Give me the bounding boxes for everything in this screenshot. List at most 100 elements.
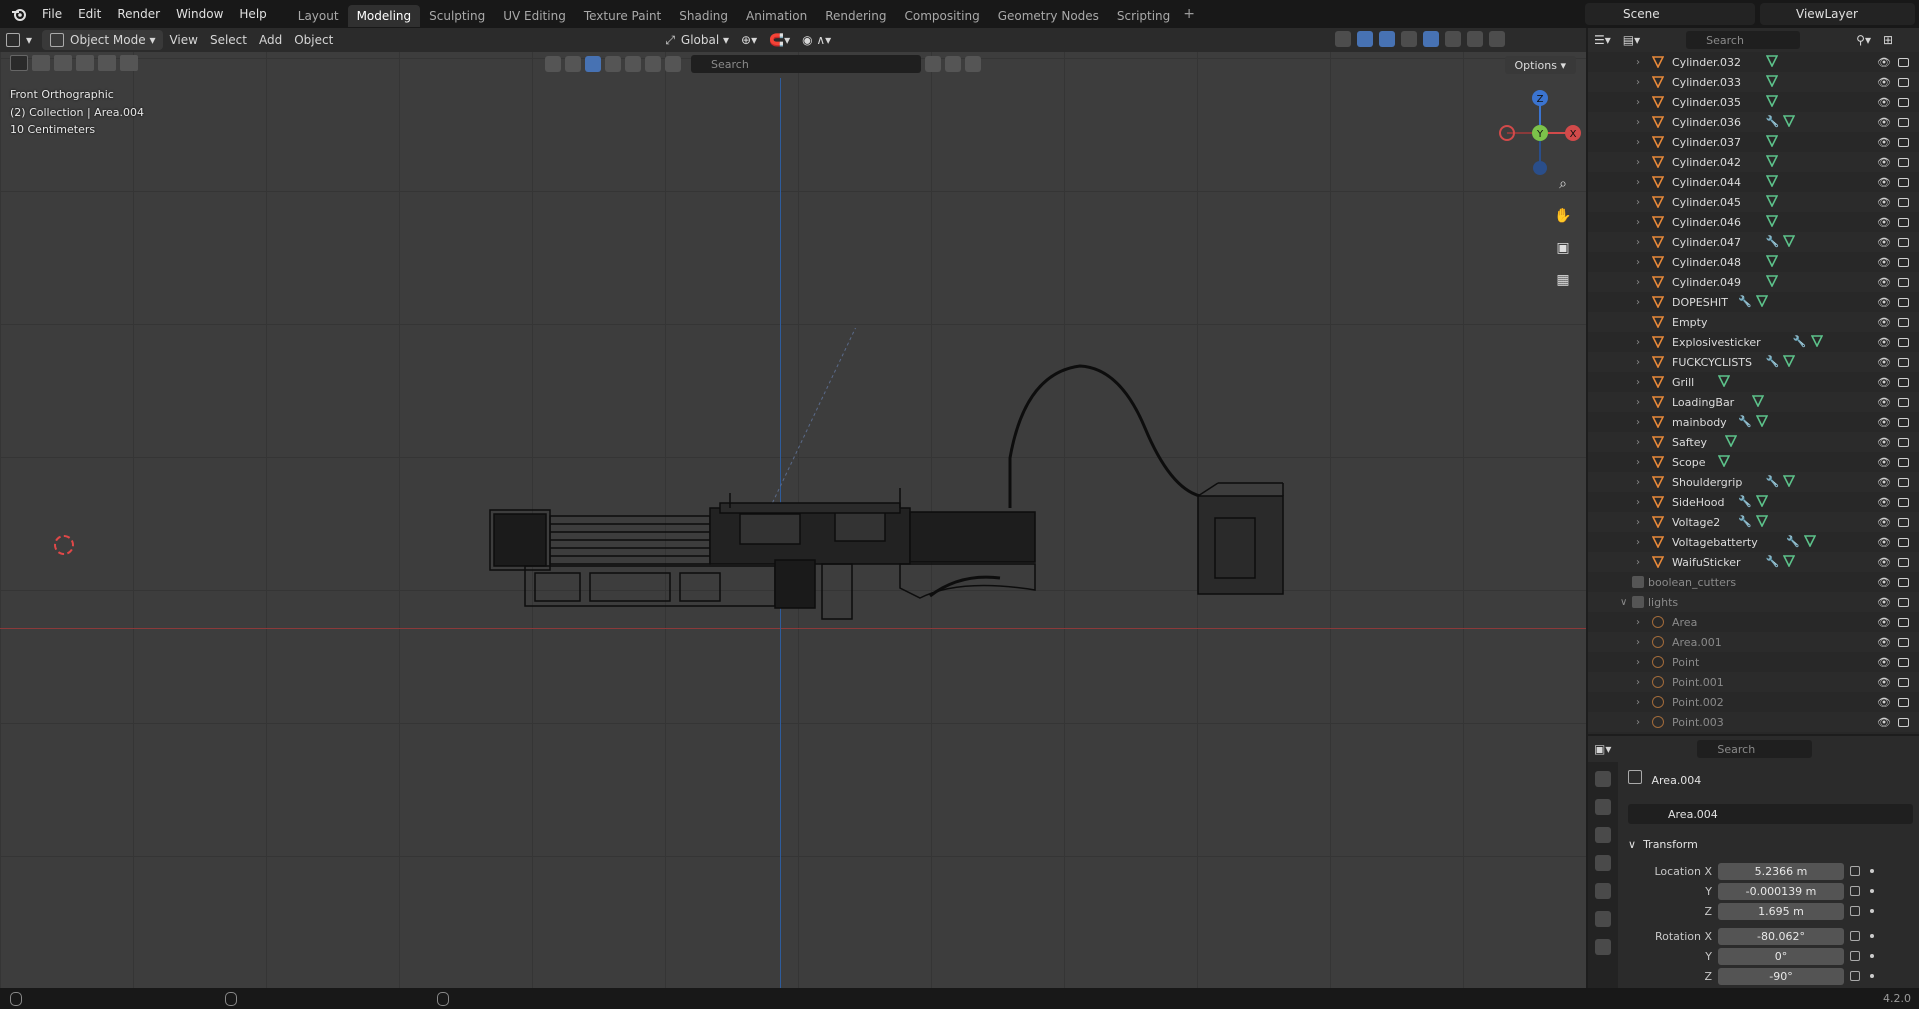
visibility-eye-icon[interactable]: 👁 xyxy=(1877,196,1891,209)
navigation-gizmo[interactable]: Z Y X xyxy=(1495,88,1585,178)
visibility-eye-icon[interactable]: 👁 xyxy=(1877,596,1891,609)
lock-icon[interactable] xyxy=(1850,906,1860,916)
render-camera-icon[interactable] xyxy=(1898,217,1909,227)
render-camera-icon[interactable] xyxy=(1898,77,1909,87)
render-camera-icon[interactable] xyxy=(1898,397,1909,407)
keyframe-dot-icon[interactable] xyxy=(1870,869,1874,873)
render-camera-icon[interactable] xyxy=(1898,297,1909,307)
select-box-extend-icon[interactable] xyxy=(54,55,72,71)
viewport-menu-add[interactable]: Add xyxy=(253,30,288,50)
lock-icon[interactable] xyxy=(1850,886,1860,896)
expand-chevron-icon[interactable]: › xyxy=(1636,217,1640,228)
proportional-edit-icon[interactable]: ◉ ∧▾ xyxy=(796,30,837,50)
output-tab-icon[interactable] xyxy=(1595,827,1611,843)
viewport-menu-object[interactable]: Object xyxy=(288,30,339,50)
color-icon[interactable] xyxy=(565,56,581,72)
outliner-light-row[interactable]: › Point 👁 xyxy=(1588,652,1919,672)
outliner-row[interactable]: › FUCKCYCLISTS 🔧 👁 xyxy=(1588,352,1919,372)
add-workspace-icon[interactable]: + xyxy=(1183,6,1195,22)
menu-help[interactable]: Help xyxy=(231,0,274,28)
visibility-eye-icon[interactable]: 👁 xyxy=(1877,256,1891,269)
expand-chevron-icon[interactable]: › xyxy=(1636,57,1640,68)
transform-panel-header[interactable]: ∨ Transform xyxy=(1628,838,1698,851)
mesh-data-icon[interactable] xyxy=(1765,134,1778,150)
visibility-eye-icon[interactable]: 👁 xyxy=(1877,216,1891,229)
select-box-subtract-icon[interactable] xyxy=(76,55,94,71)
wireframe-model[interactable] xyxy=(480,328,1380,658)
render-camera-icon[interactable] xyxy=(1898,377,1909,387)
expand-chevron-icon[interactable]: › xyxy=(1636,437,1640,448)
visibility-eye-icon[interactable]: 👁 xyxy=(1877,396,1891,409)
expand-chevron-icon[interactable]: › xyxy=(1636,697,1640,708)
tool-tab-icon[interactable] xyxy=(1595,771,1611,787)
outliner-row[interactable]: › Voltagebatterty 🔧 👁 xyxy=(1588,532,1919,552)
render-camera-icon[interactable] xyxy=(1898,337,1909,347)
expand-chevron-icon[interactable]: › xyxy=(1636,557,1640,568)
expand-chevron-icon[interactable]: › xyxy=(1636,497,1640,508)
mesh-data-icon[interactable] xyxy=(1755,494,1769,510)
rotation-z-field[interactable]: -90° xyxy=(1718,967,1844,985)
modifier-wrench-icon[interactable]: 🔧 xyxy=(1786,535,1800,550)
keyframe-dot-icon[interactable] xyxy=(1870,889,1874,893)
render-camera-icon[interactable] xyxy=(1898,117,1909,127)
wireframe-shading-icon[interactable] xyxy=(1423,31,1439,47)
menu-window[interactable]: Window xyxy=(168,0,231,28)
mesh-data-icon[interactable] xyxy=(1717,374,1731,390)
mode-selector[interactable]: Object Mode ▾ xyxy=(42,30,164,50)
modifier-wrench-icon[interactable]: 🔧 xyxy=(1793,335,1807,350)
menu-file[interactable]: File xyxy=(34,0,70,28)
select-box-invert-icon[interactable] xyxy=(98,55,116,71)
render-camera-icon[interactable] xyxy=(1898,197,1909,207)
render-camera-icon[interactable] xyxy=(1898,597,1909,607)
visibility-eye-icon[interactable]: 👁 xyxy=(1877,136,1891,149)
expand-chevron-icon[interactable]: › xyxy=(1636,117,1640,128)
render-camera-icon[interactable] xyxy=(1898,517,1909,527)
outliner-row[interactable]: › Cylinder.045 👁 xyxy=(1588,192,1919,212)
mesh-data-icon[interactable] xyxy=(1765,274,1778,290)
mesh-data-icon[interactable] xyxy=(1717,454,1731,470)
visibility-eye-icon[interactable]: 👁 xyxy=(1877,376,1891,389)
overlay-toggle-icon[interactable] xyxy=(1379,31,1395,47)
expand-chevron-icon[interactable]: › xyxy=(1636,337,1640,348)
funnel-filter-icon[interactable] xyxy=(965,56,981,72)
tab-scripting[interactable]: Scripting xyxy=(1108,5,1179,27)
scene-tab-icon[interactable] xyxy=(1595,883,1611,899)
outliner-light-row[interactable]: › Area 👁 xyxy=(1588,612,1919,632)
render-camera-icon[interactable] xyxy=(1898,637,1909,647)
render-camera-icon[interactable] xyxy=(1898,157,1909,167)
visibility-eye-icon[interactable]: 👁 xyxy=(1877,476,1891,489)
collapse-chevron-icon[interactable]: ∨ xyxy=(1620,597,1627,608)
mesh-data-icon[interactable] xyxy=(1765,254,1778,270)
visibility-eye-icon[interactable]: 👁 xyxy=(1877,336,1891,349)
mesh-filter-icon[interactable] xyxy=(585,56,601,72)
expand-chevron-icon[interactable]: › xyxy=(1636,477,1640,488)
keyframe-dot-icon[interactable] xyxy=(1870,974,1874,978)
modifier-wrench-icon[interactable]: 🔧 xyxy=(1738,295,1752,310)
camera-view-icon[interactable]: ▣ xyxy=(1552,237,1574,259)
perspective-grid-icon[interactable]: ▦ xyxy=(1552,269,1574,291)
display-mode-icon[interactable]: ▤▾ xyxy=(1617,30,1646,50)
expand-chevron-icon[interactable]: › xyxy=(1636,297,1640,308)
lock-icon[interactable] xyxy=(1850,866,1860,876)
modifier-wrench-icon[interactable]: 🔧 xyxy=(1766,555,1780,570)
lock-icon[interactable] xyxy=(1850,931,1860,941)
visibility-eye-icon[interactable]: 👁 xyxy=(1877,96,1891,109)
mesh-data-icon[interactable] xyxy=(1724,434,1738,450)
keyframe-dot-icon[interactable] xyxy=(1870,954,1874,958)
mesh-data-icon[interactable] xyxy=(1783,554,1796,570)
render-camera-icon[interactable] xyxy=(1898,237,1909,247)
mesh-data-icon[interactable] xyxy=(1755,414,1769,430)
transform-orientation[interactable]: ⤢ Global ▾ xyxy=(659,30,735,50)
visibility-eye-icon[interactable]: 👁 xyxy=(1877,296,1891,309)
outliner-row[interactable]: › Cylinder.046 👁 xyxy=(1588,212,1919,232)
outliner-row[interactable]: › Grill 👁 xyxy=(1588,372,1919,392)
render-camera-icon[interactable] xyxy=(1898,437,1909,447)
pan-hand-icon[interactable]: ✋ xyxy=(1552,205,1574,227)
expand-chevron-icon[interactable]: › xyxy=(1636,617,1640,628)
collection-tab-icon[interactable] xyxy=(1595,939,1611,955)
layout-icon[interactable] xyxy=(945,56,961,72)
outliner-row[interactable]: Empty 👁 xyxy=(1588,312,1919,332)
outliner-row[interactable]: › Cylinder.035 👁 xyxy=(1588,92,1919,112)
render-camera-icon[interactable] xyxy=(1898,677,1909,687)
modifier-wrench-icon[interactable]: 🔧 xyxy=(1766,475,1780,490)
